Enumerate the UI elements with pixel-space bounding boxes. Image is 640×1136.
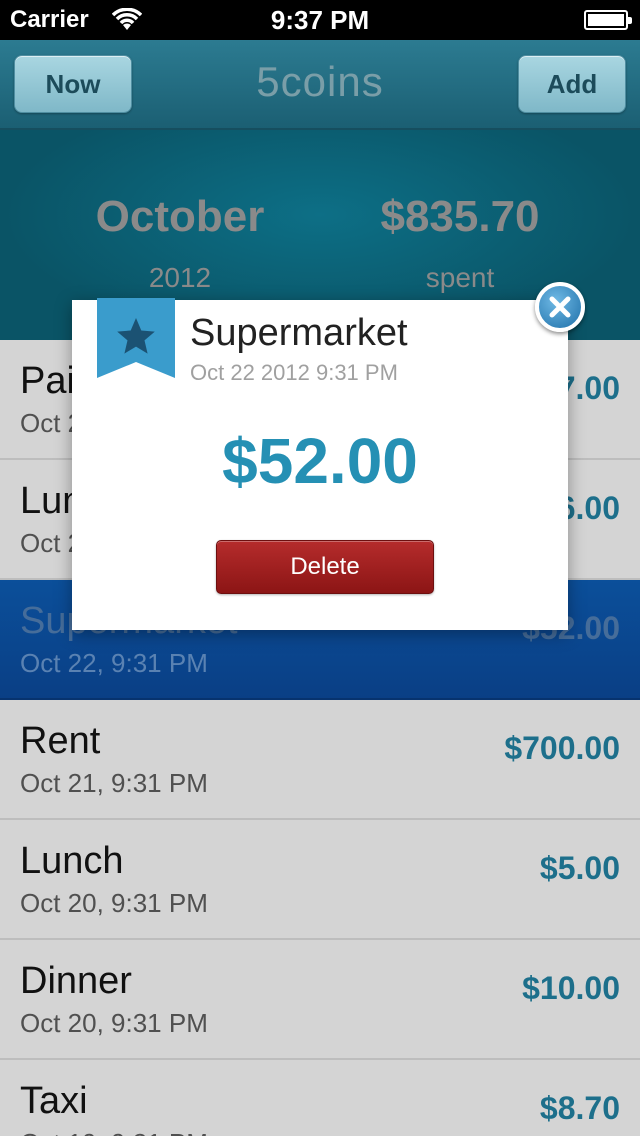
- add-button[interactable]: Add: [518, 55, 626, 113]
- expense-detail-popup: Supermarket Oct 22 2012 9:31 PM $52.00 D…: [72, 298, 568, 630]
- expense-amount: $10.00: [522, 970, 620, 1006]
- expense-name: Dinner: [20, 960, 132, 1002]
- expense-date: Oct 20, 9:31 PM: [20, 888, 208, 918]
- expense-name: Rent: [20, 720, 101, 762]
- expense-row[interactable]: Taxi Oct 19, 9:31 PM $8.70: [0, 1060, 640, 1136]
- close-button[interactable]: [535, 282, 585, 332]
- expense-amount: $700.00: [504, 730, 620, 766]
- expense-name: Taxi: [20, 1080, 88, 1122]
- popup-amount: $52.00: [222, 425, 418, 497]
- expense-amount: $8.70: [539, 1090, 620, 1126]
- expense-row[interactable]: Dinner Oct 20, 9:31 PM $10.00: [0, 940, 640, 1060]
- status-time: 9:37 PM: [270, 5, 370, 35]
- expense-date: Oct 19, 9:31 PM: [20, 1128, 208, 1136]
- summary-amount: $835.70: [380, 192, 540, 241]
- expense-date: Oct 22, 9:31 PM: [20, 648, 208, 678]
- close-icon: [549, 296, 571, 318]
- popup-date: Oct 22 2012 9:31 PM: [190, 360, 398, 385]
- expense-row[interactable]: Lunch Oct 20, 9:31 PM $5.00: [0, 820, 640, 940]
- status-bar: Carrier 9:37 PM: [0, 0, 640, 40]
- star-icon: [97, 298, 175, 378]
- battery-icon: [584, 10, 632, 30]
- expense-name: Lunch: [20, 840, 124, 882]
- delete-button[interactable]: Delete: [216, 540, 434, 594]
- expense-date: Oct 21, 9:31 PM: [20, 768, 208, 798]
- navigation-bar: Now 5coins Add: [0, 40, 640, 130]
- expense-row[interactable]: Rent Oct 21, 9:31 PM $700.00: [0, 700, 640, 820]
- expense-amount: $5.00: [539, 850, 620, 886]
- expense-date: Oct 20, 9:31 PM: [20, 1008, 208, 1038]
- popup-title: Supermarket: [190, 312, 408, 354]
